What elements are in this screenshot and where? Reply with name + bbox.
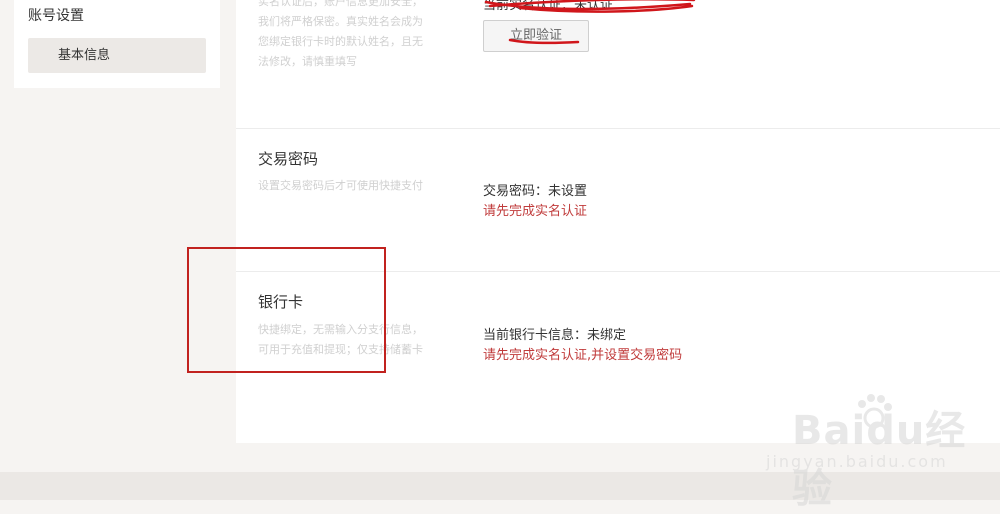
realname-desc-line: 法修改，请慎重填写 <box>258 55 357 68</box>
realname-status: 当前实名认证：未认证 <box>483 0 614 13</box>
realname-description: 实名认证后，账户信息更加安全， 我们将严格保密。真实姓名会成为 您绑定银行卡时的… <box>258 0 438 72</box>
watermark-url: jingyan.baidu.com <box>766 452 948 471</box>
realname-desc-line: 实名认证后，账户信息更加安全， <box>258 0 423 8</box>
verify-now-button[interactable]: 立即验证 <box>483 20 589 52</box>
sidebar-item-basic-info[interactable]: 基本信息 <box>28 38 206 73</box>
section-divider <box>236 128 1000 129</box>
trade-password-status: 交易密码：未设置 <box>483 184 588 199</box>
trade-password-hint: 请先完成实名认证 <box>483 204 588 219</box>
baidu-jingyan-watermark: Baidu经验 jingyan.baidu.com <box>762 390 992 512</box>
sidebar-group-title: 账号设置 <box>28 8 84 24</box>
trade-password-description: 设置交易密码后才可使用快捷支付 <box>258 179 423 192</box>
sidebar: 账号设置 基本信息 <box>14 0 220 88</box>
highlight-box <box>187 247 386 373</box>
trade-password-title: 交易密码 <box>258 150 319 168</box>
bank-card-hint: 请先完成实名认证,并设置交易密码 <box>483 348 683 363</box>
realname-desc-line: 您绑定银行卡时的默认姓名，且无 <box>258 35 423 48</box>
bank-card-status: 当前银行卡信息：未绑定 <box>483 328 627 343</box>
realname-desc-line: 我们将严格保密。真实姓名会成为 <box>258 15 423 28</box>
